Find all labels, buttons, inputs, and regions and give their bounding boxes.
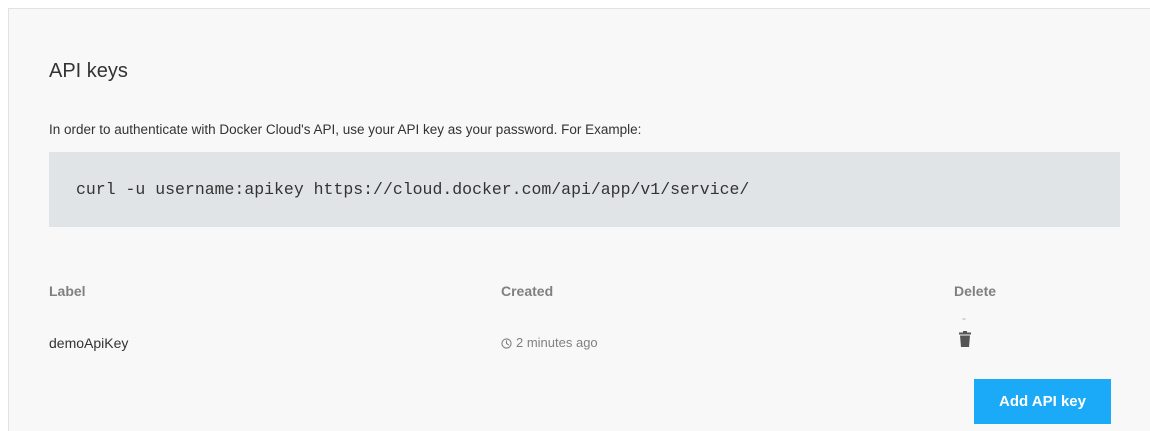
- section-title: API keys: [49, 60, 128, 82]
- clock-icon: [501, 337, 512, 349]
- delete-marker: -: [962, 311, 966, 325]
- api-key-created: 2 minutes ago: [501, 334, 598, 352]
- table-row: demoApiKey 2 minutes ago -: [9, 312, 1150, 364]
- code-example-block: curl -u username:apikey https://cloud.do…: [49, 152, 1120, 227]
- api-key-label: demoApiKey: [49, 335, 129, 351]
- column-header-delete: Delete: [954, 283, 997, 299]
- column-header-label: Label: [49, 283, 86, 299]
- api-keys-panel: API keys In order to authenticate with D…: [8, 8, 1150, 431]
- column-header-created: Created: [501, 283, 554, 299]
- add-api-key-button[interactable]: Add API key: [974, 379, 1111, 424]
- code-example-text: curl -u username:apikey https://cloud.do…: [76, 180, 750, 199]
- trash-icon[interactable]: [959, 331, 971, 347]
- api-key-created-text: 2 minutes ago: [516, 335, 598, 350]
- section-description: In order to authenticate with Docker Clo…: [49, 122, 642, 137]
